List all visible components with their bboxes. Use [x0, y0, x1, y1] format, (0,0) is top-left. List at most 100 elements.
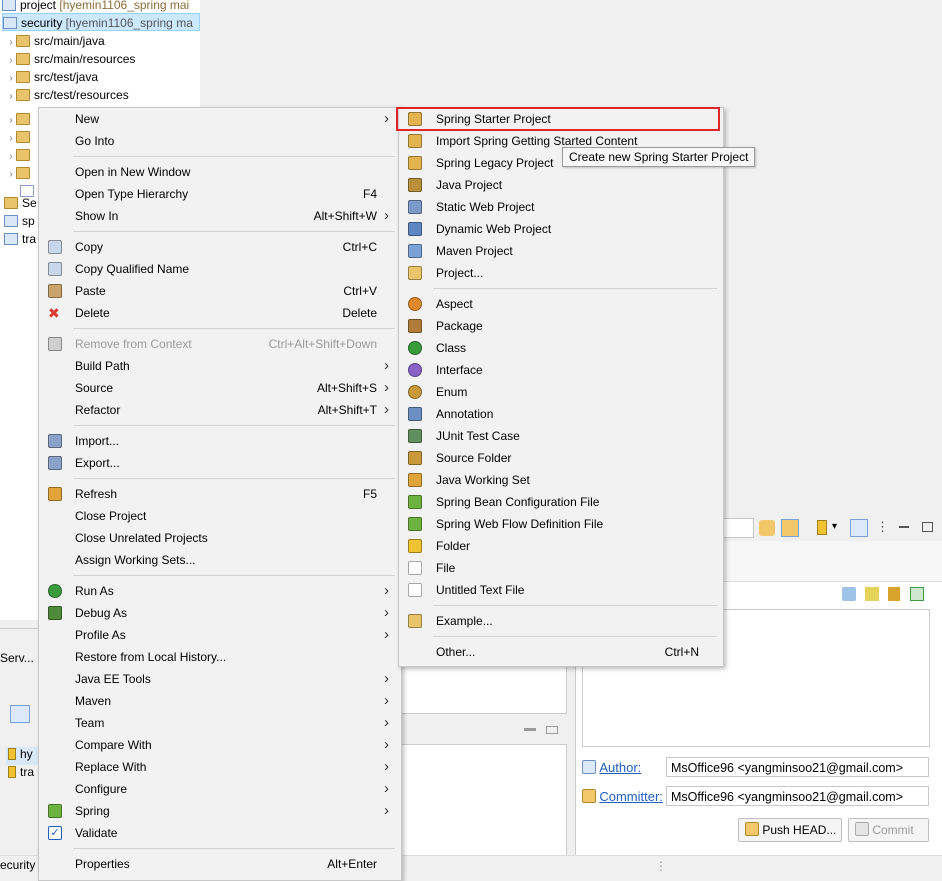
tree-item-sp[interactable]: sp: [4, 212, 35, 230]
menu-item-replace-with[interactable]: Replace With ›: [39, 756, 401, 778]
tree-item-src-main-resources[interactable]: › src/main/resources: [6, 50, 135, 68]
menu-item-spring[interactable]: Spring ›: [39, 800, 401, 822]
author-label[interactable]: Author:: [582, 760, 641, 775]
menu-item-validate[interactable]: ✓ Validate: [39, 822, 401, 844]
committer-field[interactable]: MsOffice96 <yangminsoo21@gmail.com>: [666, 786, 929, 806]
commit-icon: [855, 822, 869, 836]
tree-item-src-test-java[interactable]: › src/test/java: [6, 68, 98, 86]
menu-item-maven[interactable]: Maven ›: [39, 690, 401, 712]
menu-item-interface[interactable]: Interface: [399, 359, 723, 381]
menu-item-junit-test-case[interactable]: JUnit Test Case: [399, 425, 723, 447]
maximize-icon[interactable]: [922, 522, 933, 532]
tree-item-servers[interactable]: Se: [4, 194, 37, 212]
tree-item-collapsed[interactable]: ›: [6, 110, 34, 128]
menu-item-enum[interactable]: Enum: [399, 381, 723, 403]
menu-item-source-folder[interactable]: Source Folder: [399, 447, 723, 469]
tree-item-tra[interactable]: tra: [4, 230, 36, 248]
menu-item-build-path[interactable]: Build Path ›: [39, 355, 401, 377]
minimize-icon[interactable]: [524, 728, 536, 731]
tree-item-src-main-java[interactable]: › src/main/java: [6, 32, 104, 50]
committer-label[interactable]: Committer:: [582, 789, 663, 804]
tree-item-collapsed[interactable]: ›: [6, 146, 34, 164]
more-icon[interactable]: ⋮: [876, 519, 889, 535]
commit-button[interactable]: Commit: [848, 818, 929, 842]
menu-item-run-as[interactable]: Run As ›: [39, 580, 401, 602]
menu-item-compare-with[interactable]: Compare With ›: [39, 734, 401, 756]
menu-item-close-project[interactable]: Close Project: [39, 505, 401, 527]
amend-icon[interactable]: [842, 587, 856, 601]
menu-item-import[interactable]: Import...: [39, 430, 401, 452]
toggle-view-icon[interactable]: [10, 705, 30, 723]
lock-icon[interactable]: [888, 587, 900, 601]
menu-item-project[interactable]: Project...: [399, 262, 723, 284]
chevron-right-icon[interactable]: ›: [6, 166, 16, 184]
unstaged-list[interactable]: [400, 744, 567, 856]
tree-item-collapsed[interactable]: ›: [6, 164, 34, 182]
menu-item-spring-web-flow-definition-file[interactable]: Spring Web Flow Definition File: [399, 513, 723, 535]
changeid-icon[interactable]: [910, 587, 924, 601]
tree-item-project[interactable]: project [hyemin1106_spring mai: [2, 0, 189, 14]
menu-item-show-in[interactable]: Show In Alt+Shift+W ›: [39, 205, 401, 227]
menu-item-delete[interactable]: ✖ Delete Delete: [39, 302, 401, 324]
tree-item-src-test-resources[interactable]: › src/test/resources: [6, 86, 128, 106]
menu-item-configure[interactable]: Configure ›: [39, 778, 401, 800]
menu-item-refresh[interactable]: Refresh F5: [39, 483, 401, 505]
menu-item-untitled-text-file[interactable]: Untitled Text File: [399, 579, 723, 601]
menu-item-paste[interactable]: Paste Ctrl+V: [39, 280, 401, 302]
tree-item-security[interactable]: security [hyemin1106_spring ma: [2, 13, 200, 31]
tree-item-collapsed[interactable]: ›: [6, 128, 34, 146]
menu-item-package[interactable]: Package: [399, 315, 723, 337]
menu-item-export[interactable]: Export...: [39, 452, 401, 474]
tab-servers[interactable]: Serv...: [0, 651, 34, 665]
menu-item-open-type-hierarchy[interactable]: Open Type Hierarchy F4: [39, 183, 401, 205]
link-icon[interactable]: [781, 519, 799, 537]
menu-item-go-into[interactable]: Go Into: [39, 130, 401, 152]
menu-item-spring-bean-configuration-file[interactable]: Spring Bean Configuration File: [399, 491, 723, 513]
menu-item-close-unrelated-projects[interactable]: Close Unrelated Projects: [39, 527, 401, 549]
menu-item-maven-project[interactable]: Maven Project: [399, 240, 723, 262]
minimize-icon[interactable]: [899, 526, 909, 528]
layout-icon[interactable]: [850, 519, 868, 537]
chevron-down-icon[interactable]: ▾: [832, 521, 837, 532]
menu-item-file[interactable]: File: [399, 557, 723, 579]
menu-item-properties[interactable]: Properties Alt+Enter: [39, 853, 401, 875]
menu-item-source[interactable]: Source Alt+Shift+S ›: [39, 377, 401, 399]
menu-item-new[interactable]: New ›: [39, 108, 401, 130]
menu-item-folder[interactable]: Folder: [399, 535, 723, 557]
file-icon: [408, 561, 422, 575]
menu-item-team[interactable]: Team ›: [39, 712, 401, 734]
menu-item-debug-as[interactable]: Debug As ›: [39, 602, 401, 624]
repository-icon[interactable]: [817, 520, 827, 535]
chevron-right-icon[interactable]: ›: [6, 88, 16, 106]
menu-item-java-ee-tools[interactable]: Java EE Tools ›: [39, 668, 401, 690]
menu-item-static-web-project[interactable]: Static Web Project: [399, 196, 723, 218]
menu-item-refactor[interactable]: Refactor Alt+Shift+T ›: [39, 399, 401, 421]
menu-separator: [73, 848, 395, 849]
menu-item-copy[interactable]: Copy Ctrl+C: [39, 236, 401, 258]
menu-item-profile-as[interactable]: Profile As ›: [39, 624, 401, 646]
library-icon: [16, 131, 30, 143]
signoff-icon[interactable]: [865, 587, 879, 601]
folder-icon[interactable]: [18, 677, 32, 691]
list-item[interactable]: tra: [6, 765, 34, 779]
menu-item-assign-working-sets[interactable]: Assign Working Sets...: [39, 549, 401, 571]
menu-item-label: Example...: [436, 614, 493, 628]
menu-item-copy-qualified-name[interactable]: Copy Qualified Name: [39, 258, 401, 280]
staged-list[interactable]: [400, 660, 567, 714]
menu-item-other[interactable]: Other... Ctrl+N: [399, 641, 723, 663]
chevron-right-icon: ›: [384, 670, 389, 687]
menu-item-dynamic-web-project[interactable]: Dynamic Web Project: [399, 218, 723, 240]
push-head-button[interactable]: Push HEAD...: [738, 818, 842, 842]
maximize-icon[interactable]: [546, 726, 558, 734]
menu-item-open-in-new-window[interactable]: Open in New Window: [39, 161, 401, 183]
menu-item-java-project[interactable]: Java Project: [399, 174, 723, 196]
menu-item-java-working-set[interactable]: Java Working Set: [399, 469, 723, 491]
author-field[interactable]: MsOffice96 <yangminsoo21@gmail.com>: [666, 757, 929, 777]
menu-item-example[interactable]: Example...: [399, 610, 723, 632]
sync-icon[interactable]: [759, 520, 775, 536]
menu-item-class[interactable]: Class: [399, 337, 723, 359]
menu-item-annotation[interactable]: Annotation: [399, 403, 723, 425]
menu-item-aspect[interactable]: Aspect: [399, 293, 723, 315]
menu-item-restore-from-local-history[interactable]: Restore from Local History...: [39, 646, 401, 668]
menu-item-label: Assign Working Sets...: [75, 553, 196, 567]
